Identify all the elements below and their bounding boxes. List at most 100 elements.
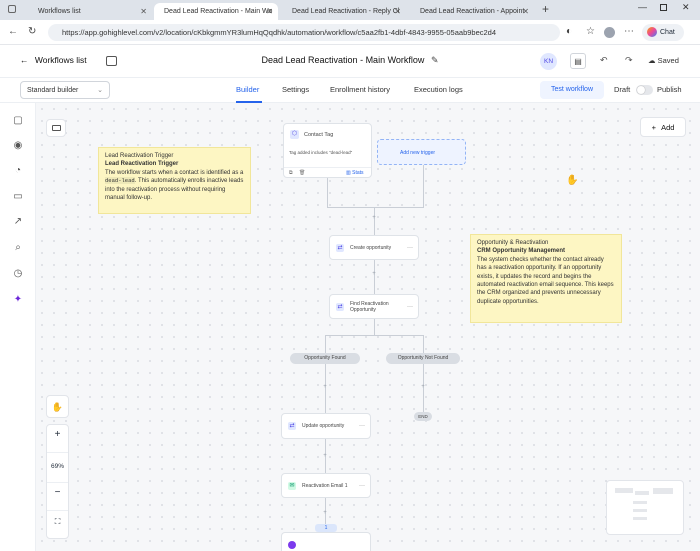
tab-enrollment-history[interactable]: Enrollment history — [330, 85, 390, 94]
pan-tool-button[interactable]: ✋ — [46, 395, 69, 418]
add-step-plus-icon[interactable]: + — [420, 384, 426, 390]
divider — [47, 452, 68, 453]
browser-tab[interactable]: Dead Lead Reactivation - Appoint ✕ — [410, 3, 534, 20]
minimap[interactable] — [606, 480, 684, 535]
branch-opportunity-found[interactable]: Opportunity Found — [290, 353, 360, 364]
trigger-card[interactable]: ⬡ Contact Tag Tag added includes "dead-l… — [283, 123, 372, 178]
branch-opportunity-not-found[interactable]: Opportunity Not Found — [386, 353, 460, 364]
maximize-icon[interactable] — [660, 4, 667, 11]
more-icon[interactable]: ⋯ — [407, 244, 413, 251]
add-step-plus-icon[interactable]: + — [322, 510, 328, 516]
undo-icon[interactable]: ↶ — [600, 55, 608, 66]
notes-icon[interactable]: ▤ — [570, 53, 586, 69]
close-icon[interactable]: ✕ — [266, 3, 273, 20]
search-icon[interactable]: ⌕ — [12, 242, 24, 254]
browser-tab-active[interactable]: Dead Lead Reactivation - Main Wo ✕ — [154, 3, 278, 20]
workflow-canvas[interactable]: + Add + + + + + + ⬡ Contact Tag Tag adde… — [36, 103, 700, 551]
note-lead-reactivation-trigger[interactable]: Lead Reactivation Trigger Lead Reactivat… — [98, 147, 251, 214]
tab-builder[interactable]: Builder — [236, 85, 259, 94]
add-step-plus-icon[interactable]: + — [322, 453, 328, 459]
close-icon[interactable]: ✕ — [140, 3, 147, 20]
tab-title: Workflows list — [38, 8, 81, 15]
stats-link[interactable]: ▥ Stats — [346, 170, 364, 176]
chevron-down-icon: ⌄ — [97, 87, 103, 94]
history-icon[interactable]: ◷ — [12, 268, 24, 280]
trash-icon[interactable]: 🗑 — [299, 170, 305, 176]
zoom-in-button[interactable]: + — [47, 429, 68, 440]
browser-tab[interactable]: Workflows list ✕ — [28, 3, 152, 20]
document-icon[interactable]: ▭ — [12, 191, 24, 203]
hand-cursor-icon: ✋ — [566, 175, 579, 186]
more-icon[interactable]: ⋯ — [407, 303, 413, 310]
step-update-opportunity[interactable]: ⇄ Update opportunity ⋯ — [281, 413, 371, 439]
add-step-plus-icon[interactable]: + — [322, 384, 328, 390]
check-circle-icon[interactable]: ◉ — [12, 140, 24, 152]
workflow-title: Dead Lead Reactivation - Main Workflow ✎ — [200, 55, 500, 66]
tab-builder-label: Builder — [236, 85, 260, 94]
note-body-a: The workflow starts when a contact is id… — [105, 169, 244, 176]
copy-icon[interactable]: ⧉ — [289, 170, 293, 176]
minimap-block — [633, 501, 647, 504]
tab-enrollment-label: Enrollment history — [330, 85, 391, 94]
browser-address-bar: ← ↻ https://app.gohighlevel.com/v2/locat… — [0, 20, 700, 45]
avatar[interactable]: KN — [540, 53, 557, 70]
ai-sparkle-icon[interactable]: ✦ — [12, 294, 24, 306]
step-create-opportunity[interactable]: ⇄ Create opportunity ⋯ — [329, 235, 419, 260]
add-new-trigger-card[interactable]: Add new trigger — [377, 139, 466, 165]
browser-tab-bar: Workflows list ✕ Dead Lead Reactivation -… — [0, 0, 700, 20]
more-icon[interactable]: ⋯ — [624, 26, 634, 37]
zoom-out-button[interactable]: − — [47, 487, 68, 498]
sidebar-toggle-icon[interactable] — [106, 56, 117, 66]
keyboard-shortcuts-button[interactable] — [46, 119, 66, 137]
chart-icon[interactable]: ◔ — [12, 165, 24, 177]
reload-icon[interactable]: ↻ — [28, 26, 36, 37]
extension-icon[interactable]: ◐ — [566, 26, 572, 37]
close-icon[interactable]: ✕ — [522, 3, 529, 20]
new-tab-icon[interactable]: + — [542, 2, 549, 16]
hand-icon: ✋ — [51, 402, 64, 412]
step-next-partial[interactable] — [281, 532, 371, 551]
tab-settings[interactable]: Settings — [282, 85, 309, 94]
chat-icon[interactable]: ▢ — [12, 115, 24, 127]
tab-list-icon[interactable] — [8, 5, 16, 13]
step-find-opportunity[interactable]: ⇄ Find Reactivation Opportunity ⋯ — [329, 294, 419, 319]
add-step-plus-icon[interactable]: + — [371, 215, 377, 221]
minimize-icon[interactable]: — — [638, 2, 647, 12]
note-title-text: CRM Opportunity Management — [477, 248, 565, 255]
plus-icon: + — [651, 123, 656, 132]
note-opportunity-reactivation[interactable]: Opportunity & Reactivation CRM Opportuni… — [470, 234, 622, 323]
test-workflow-label: Test workflow — [550, 86, 593, 93]
connector-line — [423, 335, 424, 353]
external-link-icon[interactable]: ↗ — [12, 216, 24, 228]
branch-label: Opportunity Found — [304, 355, 346, 361]
favorites-icon[interactable]: ☆ — [586, 26, 595, 37]
connector-line — [327, 207, 424, 208]
pencil-icon[interactable]: ✎ — [431, 55, 439, 65]
step-reactivation-email[interactable]: ✉ Reactivation Email 1 ⋯ — [281, 473, 371, 498]
builder-select[interactable]: Standard builder ⌄ — [20, 81, 110, 99]
redo-icon[interactable]: ↷ — [625, 55, 633, 66]
note-title: CRM Opportunity Management — [477, 247, 615, 255]
url-field[interactable]: https://app.gohighlevel.com/v2/location/… — [48, 24, 560, 41]
copilot-button[interactable]: Chat — [642, 24, 684, 41]
more-icon[interactable]: ⋯ — [359, 423, 365, 430]
back-arrow-icon[interactable]: ← — [8, 26, 18, 37]
publish-toggle[interactable] — [636, 85, 653, 95]
more-icon[interactable]: ⋯ — [359, 482, 365, 489]
connector-line — [374, 207, 375, 235]
connector-line — [325, 335, 424, 336]
add-button[interactable]: + Add — [640, 117, 686, 137]
end-label: END — [418, 414, 428, 419]
close-window-icon[interactable]: ✕ — [682, 2, 690, 13]
add-step-plus-icon[interactable]: + — [371, 271, 377, 277]
close-icon[interactable]: ✕ — [394, 3, 401, 20]
browser-tab[interactable]: Dead Lead Reactivation - Reply Cl ✕ — [282, 3, 406, 20]
trigger-footer — [284, 167, 371, 168]
back-to-workflows[interactable]: ← Workflows list — [20, 55, 87, 65]
fit-to-screen-icon[interactable]: ⛶ — [47, 517, 68, 527]
back-label: Workflows list — [34, 55, 87, 65]
profile-avatar[interactable] — [604, 27, 615, 38]
url-text: https://app.gohighlevel.com/v2/location/… — [62, 28, 497, 37]
tab-execution-logs[interactable]: Execution logs — [414, 85, 463, 94]
test-workflow-button[interactable]: Test workflow — [540, 81, 604, 99]
